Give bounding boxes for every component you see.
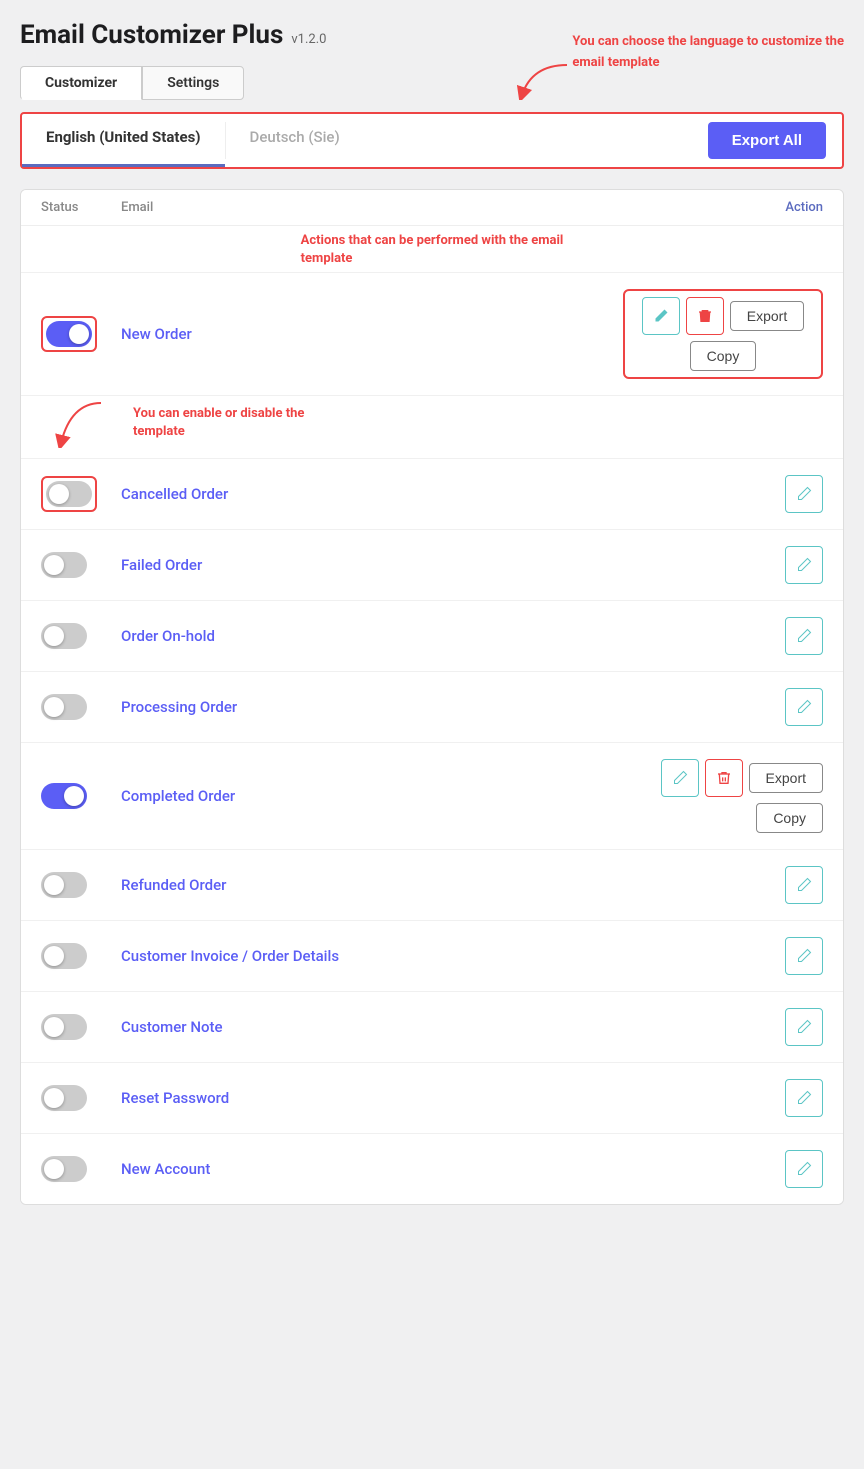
lang-annotation-arrow <box>512 60 572 100</box>
table-row: Completed Order Export Copy <box>21 743 843 850</box>
copy-button-new-order[interactable]: Copy <box>690 341 757 371</box>
toggle-customer-invoice[interactable] <box>41 943 87 969</box>
email-name-cancelled-order: Cancelled Order <box>121 485 623 503</box>
tab-settings[interactable]: Settings <box>142 66 244 100</box>
toggle-wrap-invoice <box>41 943 121 969</box>
table-row: Failed Order <box>21 530 843 601</box>
edit-button-order-onhold[interactable] <box>785 617 823 655</box>
toggle-wrap-reset-password <box>41 1085 121 1111</box>
export-all-button[interactable]: Export All <box>708 122 826 159</box>
action-buttons-customer-invoice <box>623 937 823 975</box>
action-buttons-new-order: Export Copy <box>623 289 823 379</box>
email-name-customer-note: Customer Note <box>121 1018 623 1036</box>
table-header: Status Email Action <box>21 190 843 226</box>
toggle-wrap-new-order <box>41 316 121 352</box>
email-table: Status Email Action Actions that can be … <box>20 189 844 1205</box>
email-name-new-order: New Order <box>121 325 623 343</box>
toggle-reset-password[interactable] <box>41 1085 87 1111</box>
lang-tab-english[interactable]: English (United States) <box>22 114 225 167</box>
email-name-completed-order: Completed Order <box>121 787 623 805</box>
email-name-processing-order: Processing Order <box>121 698 623 716</box>
col-header-action: Action <box>623 200 823 215</box>
table-row: Refunded Order <box>21 850 843 921</box>
table-row: Order On-hold <box>21 601 843 672</box>
table-row: Customer Invoice / Order Details <box>21 921 843 992</box>
action-buttons-completed-order: Export Copy <box>623 759 823 833</box>
email-name-reset-password: Reset Password <box>121 1089 623 1107</box>
copy-button-completed-order[interactable]: Copy <box>756 803 823 833</box>
email-name-failed-order: Failed Order <box>121 556 623 574</box>
toggle-annotation: You can enable or disable thetemplate <box>133 405 304 441</box>
email-name-refunded-order: Refunded Order <box>121 876 623 894</box>
table-row: Processing Order <box>21 672 843 743</box>
edit-button-customer-note[interactable] <box>785 1008 823 1046</box>
toggle-wrap-new-account <box>41 1156 121 1182</box>
toggle-wrap-completed <box>41 783 121 809</box>
toggle-processing-order[interactable] <box>41 694 87 720</box>
edit-button-cancelled-order[interactable] <box>785 475 823 513</box>
toggle-wrap-customer-note <box>41 1014 121 1040</box>
action-buttons-order-onhold <box>623 617 823 655</box>
page-title: Email Customizer Plus <box>20 20 283 50</box>
action-buttons-failed-order <box>623 546 823 584</box>
toggle-completed-order[interactable] <box>41 783 87 809</box>
edit-button-new-order[interactable] <box>642 297 680 335</box>
toggle-wrap-refunded <box>41 872 121 898</box>
edit-button-failed-order[interactable] <box>785 546 823 584</box>
language-section: English (United States) Deutsch (Sie) Ex… <box>20 112 844 169</box>
toggle-customer-note[interactable] <box>41 1014 87 1040</box>
export-button-new-order[interactable]: Export <box>730 301 804 331</box>
action-buttons-reset-password <box>623 1079 823 1117</box>
table-row: Reset Password <box>21 1063 843 1134</box>
toggle-new-order[interactable] <box>46 321 92 347</box>
toggle-cancelled-order[interactable] <box>46 481 92 507</box>
export-button-completed-order[interactable]: Export <box>749 763 823 793</box>
toggle-annotation-arrow <box>41 398 121 448</box>
edit-button-refunded-order[interactable] <box>785 866 823 904</box>
edit-button-completed-order[interactable] <box>661 759 699 797</box>
toggle-wrap-cancelled <box>41 476 121 512</box>
lang-tabs: English (United States) Deutsch (Sie) <box>22 114 692 167</box>
action-buttons-customer-note <box>623 1008 823 1046</box>
toggle-wrap-onhold <box>41 623 121 649</box>
action-buttons-new-account <box>623 1150 823 1188</box>
toggle-failed-order[interactable] <box>41 552 87 578</box>
email-name-new-account: New Account <box>121 1160 623 1178</box>
toggle-new-account[interactable] <box>41 1156 87 1182</box>
lang-annotation: You can choose the language to customize… <box>572 34 844 70</box>
action-buttons-refunded-order <box>623 866 823 904</box>
table-row: Cancelled Order <box>21 459 843 530</box>
toggle-refunded-order[interactable] <box>41 872 87 898</box>
table-row: New Account <box>21 1134 843 1204</box>
delete-button-completed-order[interactable] <box>705 759 743 797</box>
action-annotation: Actions that can be performed with the e… <box>301 232 564 268</box>
lang-tab-deutsch[interactable]: Deutsch (Sie) <box>226 114 364 167</box>
tab-customizer[interactable]: Customizer <box>20 66 142 100</box>
edit-button-processing-order[interactable] <box>785 688 823 726</box>
email-name-order-onhold: Order On-hold <box>121 627 623 645</box>
version-badge: v1.2.0 <box>291 32 326 47</box>
email-name-customer-invoice: Customer Invoice / Order Details <box>121 947 623 965</box>
edit-button-customer-invoice[interactable] <box>785 937 823 975</box>
table-row: Customer Note <box>21 992 843 1063</box>
action-buttons-cancelled-order <box>623 475 823 513</box>
action-buttons-processing-order <box>623 688 823 726</box>
col-header-email: Email <box>121 200 623 215</box>
table-row: New Order Export Copy <box>21 273 843 396</box>
edit-button-reset-password[interactable] <box>785 1079 823 1117</box>
delete-button-new-order[interactable] <box>686 297 724 335</box>
col-header-status: Status <box>41 200 121 215</box>
toggle-wrap-processing <box>41 694 121 720</box>
edit-button-new-account[interactable] <box>785 1150 823 1188</box>
toggle-order-onhold[interactable] <box>41 623 87 649</box>
toggle-wrap-failed <box>41 552 121 578</box>
